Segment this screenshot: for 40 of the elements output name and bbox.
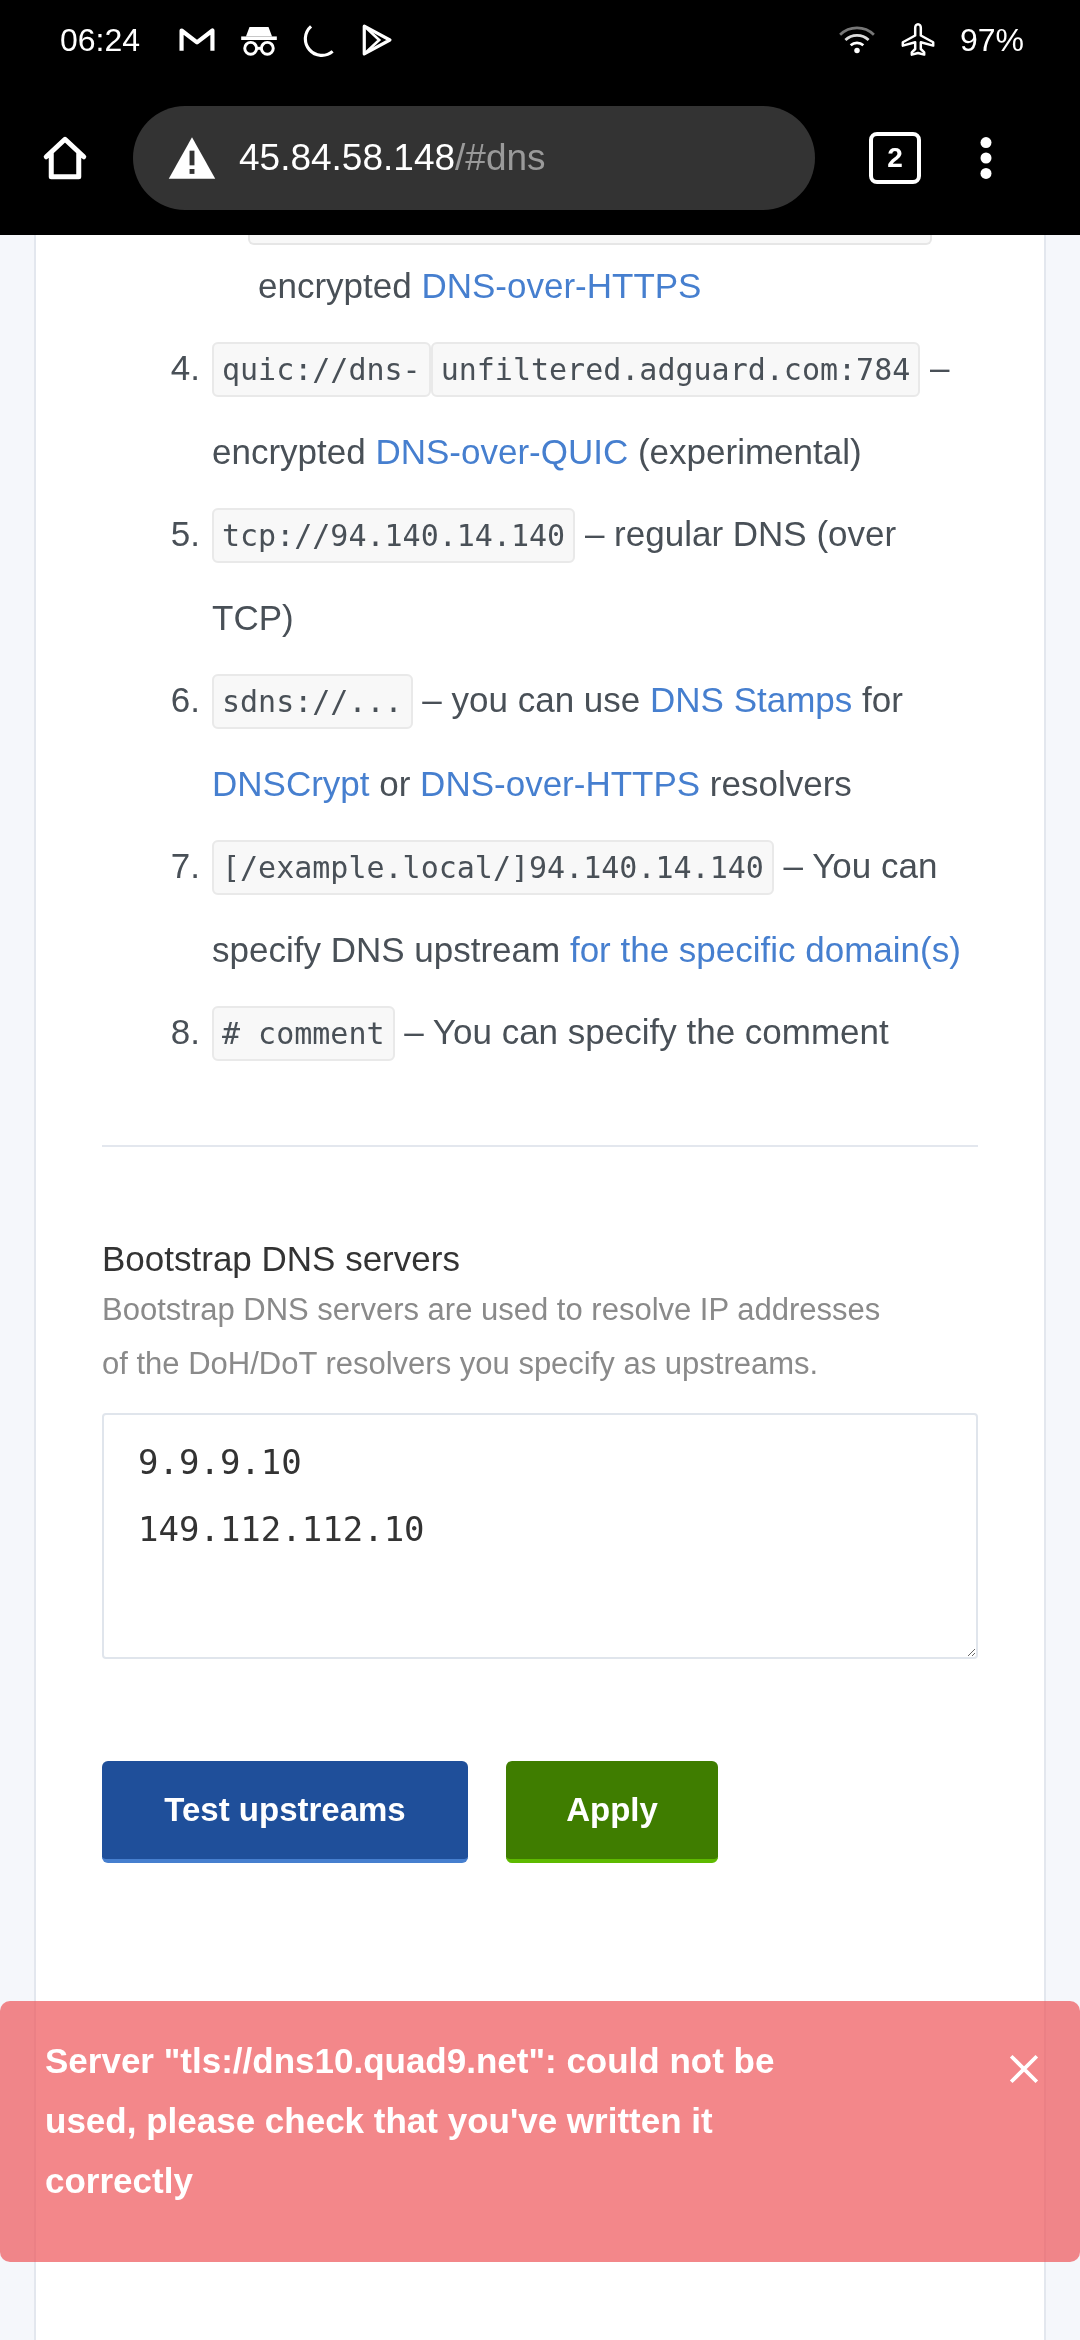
code-snippet: unfiltered.adguard.com:784 [430, 342, 921, 397]
list-item-text: encrypted DNS-over-HTTPS [257, 265, 703, 307]
section-description: Bootstrap DNS servers are used to resolve IP addresses of the DoH/DoT resolvers you specify as upstreams. [102, 1291, 882, 1383]
code-snippet: # comment [212, 1006, 395, 1061]
list-item-text: quic://dns- unfiltered.adguard.com:784 – encrypted DNS-over-QUIC (experimental) [212, 327, 978, 493]
link[interactable]: DNSCrypt [212, 764, 370, 803]
link[interactable]: DNS-over-HTTPS [420, 764, 701, 803]
section-title: Bootstrap DNS servers [102, 1238, 461, 1280]
code-snippet: [/example.local/]94.140.14.140 [212, 840, 774, 895]
bootstrap-servers-field[interactable]: 9.9.9.10 149.112.112.10 [102, 1413, 978, 1659]
list-item-text: [/example.local/]94.140.14.140 – You can specify DNS upstream for the specific domain(s) [212, 825, 978, 991]
link[interactable]: DNS Stamps [650, 680, 853, 719]
list-number: 7. [169, 845, 201, 887]
list-number: 5. [169, 513, 201, 555]
address-bar[interactable]: 45.84.58.148/#dns [133, 105, 815, 210]
link[interactable]: DNS-over-HTTPS [421, 266, 702, 305]
list-number: 6. [169, 679, 201, 721]
menu-icon[interactable] [979, 135, 993, 180]
list-number: 4. [169, 347, 201, 389]
moon-icon [302, 23, 337, 57]
list-item-text: tcp://94.140.14.140 – regular DNS (over TCP) [212, 493, 978, 659]
test-button[interactable]: Test upstreams [102, 1761, 468, 1863]
list-number: 8. [169, 1011, 201, 1053]
status-time: 06:24 [60, 21, 141, 59]
wifi-icon [837, 25, 876, 55]
code-snippet: quic://dns- [212, 342, 431, 397]
play-store-icon [360, 24, 393, 56]
toast-message: Server "tls://dns10.quad9.net": could not be used, please check that you've written it correctly [45, 2040, 776, 2202]
link[interactable]: DNS-over-QUIC [375, 432, 629, 471]
airplane-icon [899, 22, 936, 58]
list-item-text: # comment – You can specify the comment [212, 991, 978, 1075]
url-text: 45.84.58.148/#dns [239, 136, 546, 179]
link[interactable]: for the specific domain(s) [569, 930, 961, 969]
code-snippet: sdns://... [212, 674, 413, 729]
code-snippet: tcp://94.140.14.140 [212, 508, 576, 563]
list-item-text: sdns://... – you can use DNS Stamps for DNSCrypt or DNS-over-HTTPS resolvers [212, 659, 978, 825]
warning-icon [167, 135, 217, 180]
apply-button[interactable]: Apply [506, 1761, 718, 1863]
battery-percentage: 97% [959, 21, 1024, 59]
tab-count[interactable]: 2 [869, 131, 921, 184]
